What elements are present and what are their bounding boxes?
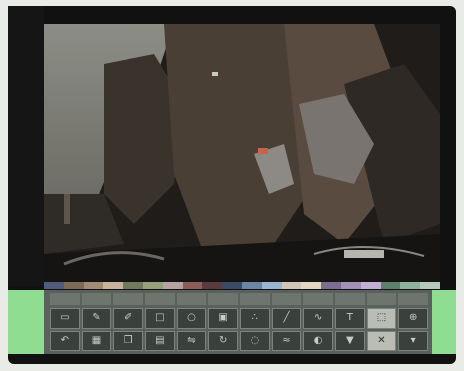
spray-icon: ∴ xyxy=(251,312,258,324)
color-palette[interactable] xyxy=(44,282,440,289)
palette-swatch[interactable] xyxy=(281,282,302,289)
tool-button[interactable]: ✎ xyxy=(81,308,112,329)
palette-swatch[interactable] xyxy=(202,282,223,289)
curve-icon: ∿ xyxy=(313,312,323,324)
palette-swatch[interactable] xyxy=(123,282,143,289)
rotate-icon: ↻ xyxy=(218,334,228,346)
save-icon: ▾ xyxy=(410,334,416,346)
flip-icon: ⇋ xyxy=(187,334,196,346)
grid-icon: ▦ xyxy=(91,334,102,346)
eraser-icon: ▭ xyxy=(60,312,70,324)
tool-button[interactable]: ∿ xyxy=(303,308,333,329)
palette-swatch[interactable] xyxy=(44,282,64,289)
tool-button[interactable]: ↶ xyxy=(50,330,80,351)
zoom-icon: ⊕ xyxy=(408,312,418,324)
right-panel-strip xyxy=(432,290,456,354)
palette-swatch[interactable] xyxy=(103,282,124,289)
menu-item[interactable] xyxy=(113,293,144,305)
palette-swatch[interactable] xyxy=(301,282,322,289)
tool-panel: ▭ ✎ ✐ □ ○ ▣ ∴ ╱ ∿ T ⬚ ⊕ ↶ ▦ ❐ ▤ ⇋ ↻ ◌ ≈ ◐ ▼ ✕ ▾ xyxy=(8,290,456,354)
tool-button[interactable]: ≈ xyxy=(271,330,302,351)
menu-item[interactable] xyxy=(176,293,207,305)
palette-swatch[interactable] xyxy=(420,282,440,289)
tool-button[interactable]: ❐ xyxy=(113,330,143,351)
menu-item[interactable] xyxy=(303,293,334,305)
tool-button[interactable]: ▣ xyxy=(208,308,238,329)
tool-button[interactable]: ✐ xyxy=(113,308,143,329)
tool-button[interactable]: ⊕ xyxy=(398,308,428,329)
blur-icon: ◌ xyxy=(250,334,260,346)
paste-icon: ▤ xyxy=(155,334,165,346)
tool-button[interactable]: ↻ xyxy=(208,330,238,351)
palette-swatch[interactable] xyxy=(162,282,183,289)
palette-swatch[interactable] xyxy=(321,282,341,289)
smear-icon: ≈ xyxy=(282,334,291,346)
menu-bar xyxy=(50,293,429,305)
menu-item[interactable] xyxy=(208,293,239,305)
canvas-area[interactable] xyxy=(44,24,440,282)
circle-icon: ○ xyxy=(187,312,196,324)
clear-icon: ✕ xyxy=(377,334,386,346)
square-icon: □ xyxy=(155,312,165,324)
brush-icon: ✎ xyxy=(92,312,101,324)
menu-item[interactable] xyxy=(50,293,80,305)
tool-button[interactable]: ▾ xyxy=(398,330,428,351)
menu-item[interactable] xyxy=(81,293,112,305)
line-icon: ╱ xyxy=(283,312,290,324)
tool-button[interactable]: ◐ xyxy=(303,330,333,351)
tool-button[interactable]: ⬚ xyxy=(366,308,397,329)
painted-image xyxy=(44,24,440,282)
menu-item[interactable] xyxy=(240,293,270,305)
tool-button[interactable]: ∴ xyxy=(239,308,270,329)
palette-swatch[interactable] xyxy=(340,282,361,289)
menu-item[interactable] xyxy=(398,293,429,305)
palette-swatch[interactable] xyxy=(241,282,262,289)
menu-item[interactable] xyxy=(145,293,175,305)
tool-button[interactable]: ▼ xyxy=(334,330,365,351)
tool-button[interactable]: ◌ xyxy=(239,330,270,351)
tool-button[interactable]: ╱ xyxy=(271,308,302,329)
tint-icon: ◐ xyxy=(313,334,323,346)
tool-button[interactable]: ✕ xyxy=(366,330,397,351)
left-panel-strip xyxy=(8,290,44,354)
tool-button[interactable]: □ xyxy=(144,308,175,329)
tool-grid: ▭ ✎ ✐ □ ○ ▣ ∴ ╱ ∿ T ⬚ ⊕ ↶ ▦ ❐ ▤ ⇋ ↻ ◌ ≈ ◐ ▼ ✕ ▾ xyxy=(50,308,428,351)
palette-swatch[interactable] xyxy=(222,282,242,289)
palette-swatch[interactable] xyxy=(63,282,84,289)
fill-icon: ▣ xyxy=(218,312,228,324)
palette-swatch[interactable] xyxy=(83,282,104,289)
palette-swatch[interactable] xyxy=(400,282,421,289)
menu-item[interactable] xyxy=(271,293,302,305)
text-icon: T xyxy=(346,312,353,324)
tool-button[interactable]: T xyxy=(334,308,365,329)
palette-swatch[interactable] xyxy=(182,282,203,289)
tool-button[interactable]: ○ xyxy=(176,308,207,329)
palette-swatch[interactable] xyxy=(380,282,401,289)
tool-button[interactable]: ▤ xyxy=(144,330,175,351)
palette-swatch[interactable] xyxy=(360,282,381,289)
left-bezel xyxy=(8,6,44,286)
tool-button[interactable]: ▭ xyxy=(50,308,80,329)
pen-icon: ✐ xyxy=(123,312,133,324)
stamp-icon: ▼ xyxy=(345,334,354,346)
menu-item[interactable] xyxy=(366,293,397,305)
palette-swatch[interactable] xyxy=(142,282,163,289)
select-icon: ⬚ xyxy=(376,312,387,324)
tool-button[interactable]: ⇋ xyxy=(176,330,207,351)
menu-item[interactable] xyxy=(335,293,365,305)
copy-icon: ❐ xyxy=(123,334,133,346)
tool-button[interactable]: ▦ xyxy=(81,330,112,351)
palette-swatch[interactable] xyxy=(261,282,282,289)
undo-icon: ↶ xyxy=(60,334,70,346)
